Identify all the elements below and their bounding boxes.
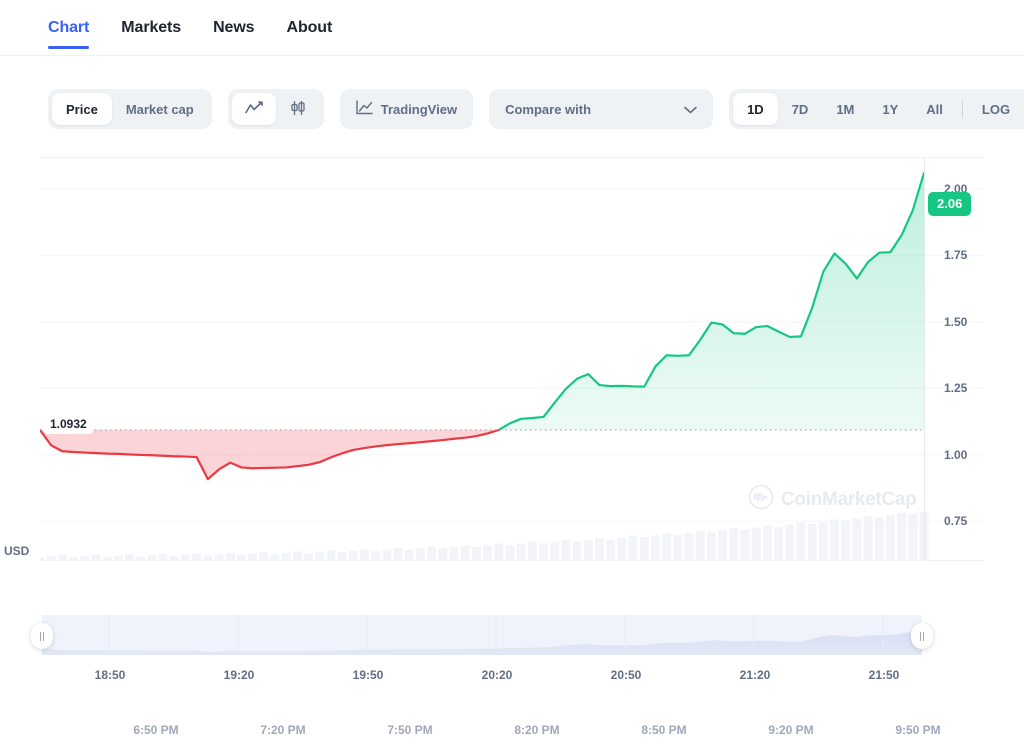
baseline-price-label: 1.0932 <box>44 414 93 435</box>
candlestick-icon <box>289 100 307 119</box>
navigator-right-handle[interactable] <box>911 623 933 649</box>
nav-x-tick-2: 19:50 <box>352 668 384 682</box>
range-1d-button[interactable]: 1D <box>733 93 778 125</box>
tradingview-icon <box>356 100 373 118</box>
tab-chart-label: Chart <box>48 19 90 36</box>
nav-x-tick-3: 20:20 <box>481 668 513 682</box>
metric-price-button[interactable]: Price <box>52 93 112 125</box>
nav-x-tick-6: 21:50 <box>868 668 900 682</box>
x-tick-0: 6:50 PM <box>133 723 179 737</box>
price-area-down <box>40 429 499 480</box>
tab-chart[interactable]: Chart <box>48 0 90 56</box>
range-1m-button[interactable]: 1M <box>822 93 868 125</box>
log-scale-button[interactable]: LOG <box>968 93 1024 125</box>
candlestick-chart-button[interactable] <box>276 93 320 125</box>
tradingview-label: TradingView <box>380 101 458 117</box>
x-tick-3: 8:20 PM <box>514 723 560 737</box>
tab-news-label: News <box>213 19 255 36</box>
range-divider-1 <box>961 100 963 118</box>
range-7d-button[interactable]: 7D <box>778 93 823 125</box>
metric-market-cap-button[interactable]: Market cap <box>112 93 208 125</box>
navigator-canvas[interactable] <box>20 612 944 658</box>
tab-about[interactable]: About <box>286 0 332 56</box>
x-tick-2: 7:50 PM <box>387 723 433 737</box>
x-tick-6: 9:50 PM <box>895 723 941 737</box>
price-chart[interactable]: 6:50 PM 7:20 PM 7:50 PM 8:20 PM 8:50 PM … <box>40 157 984 737</box>
tab-bar: Chart Markets News About <box>0 0 1024 56</box>
chevron-down-icon <box>684 102 697 117</box>
chart-toolbar: Price Market cap TradingView Compare wit… <box>48 89 1024 129</box>
tab-markets[interactable]: Markets <box>121 0 181 56</box>
compare-with-label: Compare with <box>505 101 592 117</box>
compare-with-dropdown[interactable]: Compare with <box>489 89 714 129</box>
x-tick-1: 7:20 PM <box>260 723 306 737</box>
nav-x-tick-1: 19:20 <box>223 668 255 682</box>
chart-type-toggle-group <box>227 89 324 129</box>
price-chart-canvas <box>40 157 984 561</box>
nav-x-tick-5: 21:20 <box>739 668 771 682</box>
nav-x-tick-4: 20:50 <box>610 668 642 682</box>
tab-news[interactable]: News <box>213 0 255 56</box>
nav-x-tick-0: 18:50 <box>94 668 126 682</box>
range-selector-group: 1D 7D 1M 1Y All LOG ··· <box>729 89 1024 129</box>
tab-about-label: About <box>286 19 333 36</box>
chart-x-axis: 6:50 PM 7:20 PM 7:50 PM 8:20 PM 8:50 PM … <box>40 723 984 743</box>
line-chart-button[interactable] <box>231 93 276 125</box>
range-all-button[interactable]: All <box>912 93 957 125</box>
currency-label: USD <box>4 544 30 558</box>
metric-toggle-group: Price Market cap <box>48 89 212 129</box>
x-tick-4: 8:50 PM <box>641 723 687 737</box>
range-1y-button[interactable]: 1Y <box>868 93 912 125</box>
volume-bars <box>40 511 929 561</box>
line-chart-icon <box>244 100 263 118</box>
navigator-left-handle[interactable] <box>31 623 53 649</box>
chart-navigator[interactable] <box>20 612 944 658</box>
last-price-badge: 2.06 <box>928 192 972 217</box>
tab-markets-label: Markets <box>121 19 182 36</box>
tradingview-button[interactable]: TradingView <box>339 89 474 129</box>
x-tick-5: 9:20 PM <box>768 723 814 737</box>
navigator-x-axis: 18:50 19:20 19:50 20:20 20:50 21:20 21:5… <box>0 668 1024 688</box>
